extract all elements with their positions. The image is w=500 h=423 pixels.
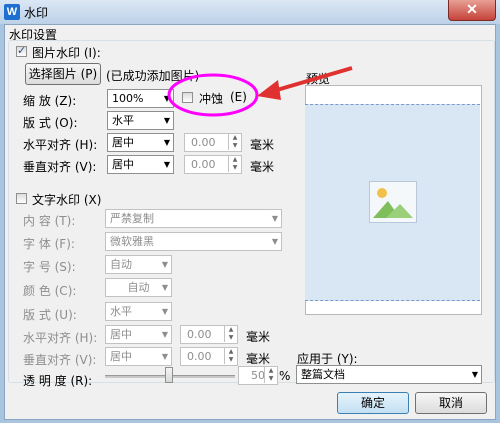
annotation-overlay [167,66,353,117]
arrow-head-icon [257,80,281,100]
annotation-arrow [269,66,353,94]
highlight-ellipse [167,73,259,117]
